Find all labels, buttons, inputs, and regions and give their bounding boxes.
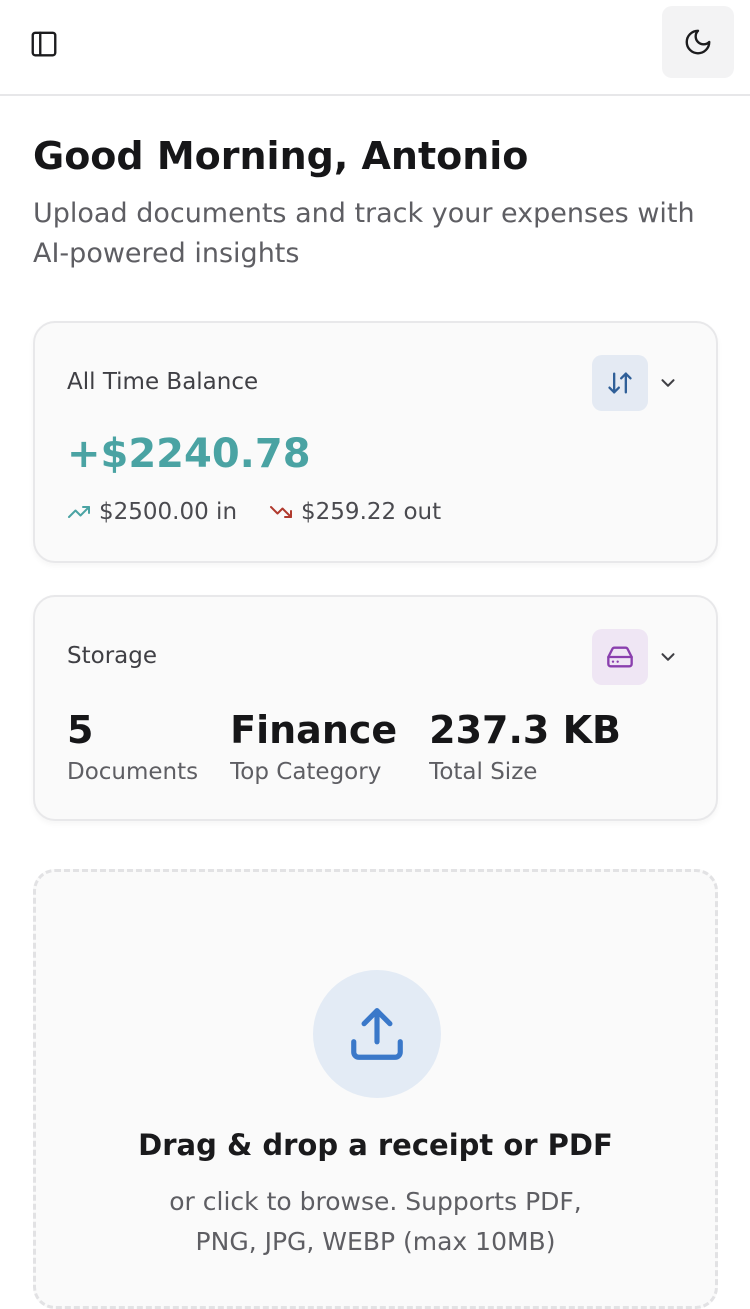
stat-total-size: 237.3 KB Total Size bbox=[429, 707, 621, 785]
trending-up-icon bbox=[68, 506, 90, 518]
chevron-down-icon bbox=[661, 379, 675, 387]
stat-label: Top Category bbox=[230, 759, 382, 785]
balance-card: All Time Balance +$2240.78 $2500.00 in $… bbox=[33, 321, 718, 563]
balance-card-icon-badge bbox=[592, 355, 648, 411]
expense-summary: $259.22 out bbox=[269, 499, 441, 525]
storage-card-expand-button[interactable] bbox=[656, 645, 680, 669]
panel-left-icon bbox=[31, 31, 57, 57]
storage-card-title: Storage bbox=[67, 643, 157, 669]
storage-card: Storage 5 Documents Finance Top Category… bbox=[33, 595, 718, 821]
upload-icon-circle bbox=[313, 970, 441, 1098]
storage-stats: 5 Documents Finance Top Category 237.3 K… bbox=[67, 707, 653, 785]
expense-amount: $259.22 out bbox=[301, 499, 442, 525]
arrow-up-down-icon bbox=[608, 372, 632, 394]
stat-value: 237.3 KB bbox=[429, 708, 622, 752]
stat-label: Total Size bbox=[429, 759, 538, 785]
chevron-down-icon bbox=[661, 653, 675, 661]
income-amount: $2500.00 in bbox=[99, 499, 238, 525]
stat-value: Finance bbox=[230, 708, 398, 752]
balance-card-expand-button[interactable] bbox=[656, 371, 680, 395]
stat-top-category: Finance Top Category bbox=[230, 707, 397, 785]
hard-drive-icon bbox=[607, 646, 633, 668]
stat-value: 5 bbox=[67, 708, 94, 752]
sidebar-toggle-button[interactable] bbox=[22, 22, 66, 66]
page-subtitle: Upload documents and track your expenses… bbox=[33, 198, 695, 269]
upload-icon bbox=[351, 1008, 403, 1060]
page-title: Good Morning, Antonio bbox=[33, 134, 529, 178]
moon-icon bbox=[685, 29, 711, 55]
theme-toggle-button[interactable] bbox=[662, 6, 734, 78]
upload-dropzone[interactable]: Drag & drop a receipt or PDF or click to… bbox=[33, 869, 718, 1309]
top-bar bbox=[0, 0, 750, 96]
stat-documents: 5 Documents bbox=[67, 707, 198, 785]
income-summary: $2500.00 in bbox=[67, 499, 237, 525]
balance-amount: +$2240.78 bbox=[67, 431, 311, 477]
balance-card-title: All Time Balance bbox=[67, 369, 259, 395]
dropzone-hint: or click to browse. Supports PDF, PNG, J… bbox=[169, 1187, 582, 1256]
dropzone-title: Drag & drop a receipt or PDF bbox=[138, 1128, 613, 1162]
stat-label: Documents bbox=[67, 759, 199, 785]
cash-flow-summary: $2500.00 in $259.22 out bbox=[67, 499, 441, 525]
storage-card-icon-badge bbox=[592, 629, 648, 685]
trending-down-icon bbox=[270, 506, 293, 518]
